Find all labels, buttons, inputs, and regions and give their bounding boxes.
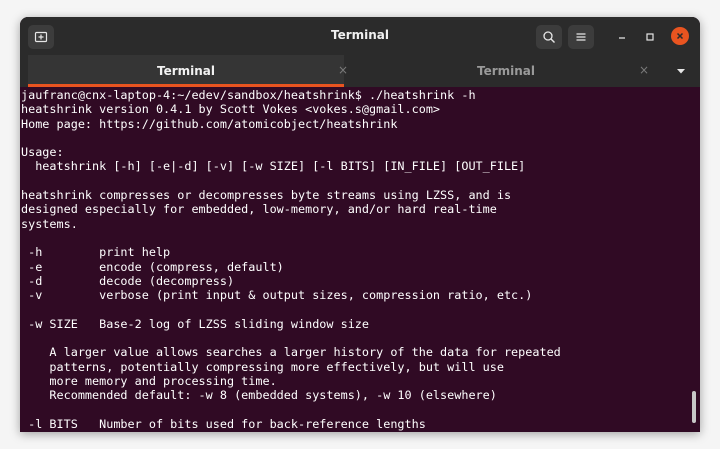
terminal-line: designed especially for embedded, low-me… xyxy=(21,202,497,217)
chevron-down-icon xyxy=(677,69,685,74)
terminal-line: -v verbose (print input & output sizes, … xyxy=(21,288,533,303)
terminal-line: systems. xyxy=(21,216,78,231)
search-button[interactable] xyxy=(536,25,562,49)
terminal-line: Usage: xyxy=(21,145,64,160)
minimize-button[interactable] xyxy=(612,27,632,47)
search-icon xyxy=(543,31,555,43)
terminal-line: -d decode (decompress) xyxy=(21,273,235,288)
terminal-line: -l BITS Number of bits used for back-ref… xyxy=(21,416,426,431)
tab-label: Terminal xyxy=(156,64,216,78)
tab-list-dropdown[interactable] xyxy=(672,63,690,79)
terminal-line: heatshrink [-h] [-e|-d] [-v] [-w SIZE] [… xyxy=(21,159,526,174)
close-button[interactable] xyxy=(671,27,689,45)
tab-bar: Terminal × Terminal × xyxy=(20,55,700,87)
terminal-line: -w SIZE Base-2 log of LZSS sliding windo… xyxy=(21,316,370,331)
tab-terminal-1[interactable]: Terminal xyxy=(28,55,344,87)
maximize-button[interactable] xyxy=(640,27,660,47)
terminal-line: Home page: https://github.com/atomicobje… xyxy=(21,116,398,131)
minimize-icon xyxy=(619,37,625,39)
terminal-line: -e encode (compress, default) xyxy=(21,259,284,274)
terminal-line: -h print help xyxy=(21,245,171,260)
terminal-line: Recommended default: -w 8 (embedded syst… xyxy=(21,388,497,403)
header-bar: Terminal xyxy=(20,17,700,55)
terminal-line: heatshrink version 0.4.1 by Scott Vokes … xyxy=(21,102,441,117)
terminal-line: heatshrink compresses or decompresses by… xyxy=(21,188,512,203)
terminal-line: more memory and processing time. xyxy=(21,373,277,388)
terminal-text: jaufranc@cnx-laptop-4:~/edev/sandbox/hea… xyxy=(21,88,561,431)
terminal-output[interactable]: jaufranc@cnx-laptop-4:~/edev/sandbox/hea… xyxy=(20,87,700,432)
tab-close-button[interactable]: × xyxy=(337,63,349,77)
terminal-window: Terminal Terminal × Terminal × jaufranc@… xyxy=(20,17,700,432)
scrollbar-thumb[interactable] xyxy=(692,391,696,423)
tab-terminal-2[interactable]: Terminal xyxy=(350,55,662,87)
terminal-line: patterns, potentially compressing more e… xyxy=(21,359,504,374)
tab-close-button[interactable]: × xyxy=(638,63,650,77)
maximize-icon xyxy=(646,33,654,41)
terminal-line: A larger value allows searches a larger … xyxy=(21,345,561,360)
menu-button[interactable] xyxy=(568,25,594,49)
window-title: Terminal xyxy=(330,28,390,42)
tab-label: Terminal xyxy=(476,64,536,78)
terminal-line: jaufranc@cnx-laptop-4:~/edev/sandbox/hea… xyxy=(21,88,476,102)
hamburger-menu-icon xyxy=(576,33,586,41)
close-icon xyxy=(676,32,684,40)
